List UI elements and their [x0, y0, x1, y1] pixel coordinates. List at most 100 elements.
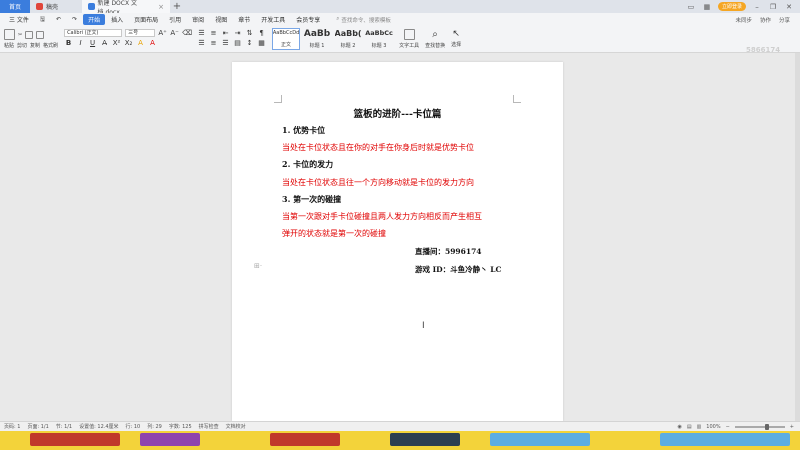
- highlight-icon[interactable]: A: [136, 39, 145, 47]
- menu-member[interactable]: 会员专享: [291, 14, 325, 25]
- share-button[interactable]: 分享: [779, 16, 790, 24]
- magnifier-icon: ⌕: [432, 29, 438, 40]
- find-replace-group[interactable]: ⌕ 查找替换: [425, 26, 445, 49]
- menu-references[interactable]: 引用: [164, 14, 186, 25]
- shrink-font-icon[interactable]: A⁻: [170, 29, 179, 37]
- shading-icon[interactable]: ▦: [257, 39, 266, 47]
- document-title: 篮板的进阶---卡位篇: [353, 109, 442, 120]
- align-right-icon[interactable]: ☰: [221, 39, 230, 47]
- menu-view[interactable]: 视图: [210, 14, 232, 25]
- live-room-id: 直播间：5996174: [415, 247, 482, 256]
- paste-label[interactable]: 粘贴: [4, 42, 14, 49]
- format-painter-label[interactable]: 格式刷: [43, 42, 58, 49]
- align-left-icon[interactable]: ☰: [197, 39, 206, 47]
- find-replace-label: 查找替换: [425, 43, 446, 49]
- status-words[interactable]: 字数: 125: [169, 423, 192, 430]
- cut-label[interactable]: 剪切: [17, 42, 27, 49]
- font-color-icon[interactable]: A: [148, 39, 157, 47]
- numbered-list-icon[interactable]: ≡: [209, 29, 218, 37]
- copy-button[interactable]: [25, 30, 34, 39]
- text-tools-group[interactable]: 文字工具: [399, 26, 419, 49]
- sort-icon[interactable]: ⇅: [245, 29, 254, 37]
- close-window-icon[interactable]: ✕: [784, 3, 794, 11]
- status-setting: 设置值: 12.4厘米: [79, 424, 119, 430]
- menu-developer[interactable]: 开发工具: [256, 14, 290, 25]
- style-label: 标题 2: [340, 43, 356, 49]
- command-search[interactable]: ⌕ 查找命令、搜索模板: [336, 16, 391, 24]
- line-spacing-icon[interactable]: ↕: [245, 39, 254, 47]
- outdent-icon[interactable]: ⇤: [221, 29, 230, 37]
- clear-format-icon[interactable]: ⌫: [182, 29, 192, 37]
- tab-home[interactable]: 首页: [0, 0, 30, 13]
- zoom-knob[interactable]: [764, 423, 769, 430]
- superscript-icon[interactable]: X²: [112, 39, 121, 47]
- menu-home[interactable]: 开始: [83, 14, 106, 25]
- style-heading-2[interactable]: AaBb( 标题 2: [334, 28, 362, 50]
- login-button[interactable]: 立即登录: [717, 2, 746, 11]
- copy-label[interactable]: 复制: [30, 42, 40, 49]
- menu-section[interactable]: 章节: [233, 14, 255, 25]
- spell-check-button[interactable]: 拼写检查: [199, 423, 219, 430]
- zoom-out-icon[interactable]: −: [726, 424, 730, 430]
- tab-document[interactable]: 新建 DOCX 文档.docx ×: [82, 0, 170, 16]
- format-painter-button[interactable]: [36, 30, 45, 39]
- quick-save-icon[interactable]: 🖫: [35, 14, 50, 26]
- minimize-icon[interactable]: –: [752, 3, 762, 11]
- app-icon: [36, 3, 43, 10]
- tab-stream[interactable]: 稿壳: [30, 0, 82, 13]
- indent-icon[interactable]: ⇥: [233, 29, 242, 37]
- justify-icon[interactable]: ▤: [233, 39, 242, 47]
- grid-icon[interactable]: ▦: [702, 3, 712, 11]
- italic-icon[interactable]: I: [76, 39, 85, 47]
- undo-icon[interactable]: ↶: [51, 15, 66, 24]
- zoom-slider[interactable]: [734, 423, 785, 430]
- strikethrough-icon[interactable]: A̶: [100, 39, 109, 47]
- document-page[interactable]: 篮板的进阶---卡位篇 1. 优势卡位 当处在卡位状态且在你的对手在你身后时就是…: [232, 62, 563, 421]
- style-heading-1[interactable]: AaBb 标题 1: [303, 28, 331, 50]
- zoom-level[interactable]: 100%: [706, 424, 720, 430]
- margin-corner-mark: [274, 95, 282, 103]
- collaborate-button[interactable]: 协作: [760, 16, 771, 24]
- cut-button[interactable]: ✂: [18, 32, 22, 38]
- font-name-select[interactable]: Calibri (正文): [64, 29, 123, 37]
- file-menu[interactable]: 三 文件: [4, 14, 34, 25]
- new-tab-button[interactable]: +: [170, 0, 184, 13]
- status-page: 页码: 1: [4, 424, 21, 430]
- subscript-icon[interactable]: X₂: [124, 39, 133, 47]
- bullet-list-icon[interactable]: ☰: [197, 29, 206, 37]
- stream-watermark: 5866174: [746, 46, 781, 54]
- underline-icon[interactable]: U: [88, 39, 97, 47]
- paragraph-3-line-1: 当第一次跟对手卡位碰撞且两人发力方向相反而产生相互: [282, 212, 482, 221]
- paste-icon[interactable]: [4, 29, 15, 40]
- style-normal[interactable]: AaBbCcDd 正文: [272, 28, 301, 50]
- style-gallery: AaBbCcDd 正文 AaBb 标题 1 AaBb( 标题 2 AaBbCc …: [272, 26, 393, 50]
- grow-font-icon[interactable]: A⁺: [158, 29, 167, 37]
- layout-icon[interactable]: ▭: [686, 3, 696, 11]
- zoom-in-icon[interactable]: +: [790, 424, 794, 430]
- font-size-select[interactable]: 三号: [125, 29, 156, 37]
- vertical-scrollbar[interactable]: [795, 53, 800, 421]
- proofread-button[interactable]: 文档校对: [226, 423, 246, 430]
- text-cursor-icon: I: [422, 321, 425, 331]
- menu-insert[interactable]: 插入: [106, 14, 128, 25]
- show-marks-icon[interactable]: ¶: [257, 29, 266, 37]
- sync-status[interactable]: 未同步: [735, 16, 752, 24]
- menu-page-layout[interactable]: 页面布局: [129, 14, 163, 25]
- eye-icon[interactable]: ◉: [677, 424, 681, 430]
- clipboard-group: ✂ 粘贴 剪切 复制 格式刷: [4, 26, 58, 49]
- redo-icon[interactable]: ↷: [67, 15, 82, 24]
- restore-icon[interactable]: ❐: [768, 3, 778, 11]
- title-tab-bar: 首页 稿壳 新建 DOCX 文档.docx × + ▭ ▦ 立即登录 – ❐ ✕: [0, 0, 800, 16]
- select-group[interactable]: ↖ 选择: [451, 26, 461, 48]
- align-center-icon[interactable]: ≡: [209, 39, 218, 47]
- close-icon[interactable]: ×: [158, 3, 164, 11]
- status-row: 行: 10: [125, 424, 141, 430]
- style-heading-3[interactable]: AaBbCc 标题 3: [365, 28, 393, 50]
- overlay-decoration: [390, 433, 460, 446]
- menu-review[interactable]: 审阅: [187, 14, 209, 25]
- web-view-icon[interactable]: ▥: [697, 424, 702, 430]
- page-view-icon[interactable]: ▤: [687, 424, 692, 430]
- search-placeholder: 查找命令、搜索模板: [341, 17, 391, 24]
- status-pages[interactable]: 页面: 1/1: [27, 423, 48, 430]
- bold-icon[interactable]: B: [64, 39, 73, 47]
